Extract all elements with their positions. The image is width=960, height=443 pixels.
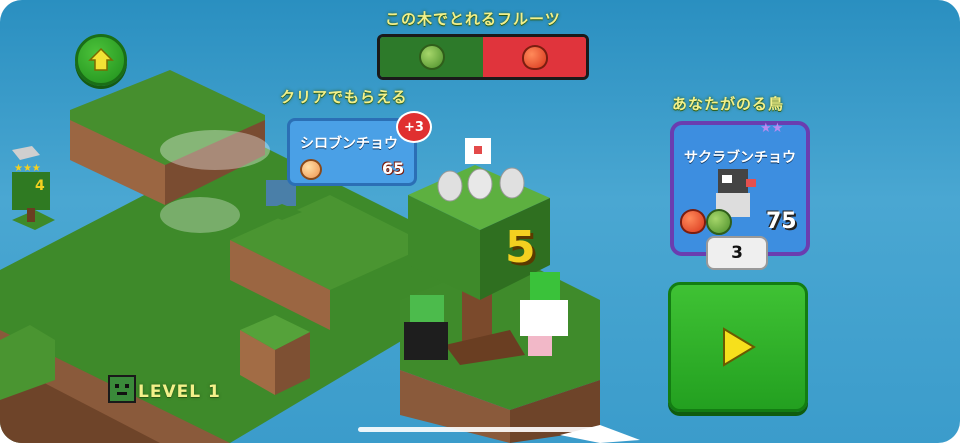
egg [437, 170, 463, 202]
reward-bonus-badge: +3 [396, 111, 432, 143]
reward-value: 65 [382, 159, 405, 178]
masked-body [520, 300, 568, 336]
mini-gray-bird [12, 146, 40, 160]
mini-tree-stars: ★★★ [14, 163, 41, 174]
fruit-bar-right [483, 37, 586, 77]
home-button[interactable] [75, 34, 127, 86]
home-icon [88, 47, 114, 71]
masked-head [530, 272, 560, 300]
mini-tree-trunk [27, 208, 35, 222]
clear-reward-heading: クリアでもらえる [280, 88, 408, 106]
steam-cloud [160, 130, 270, 170]
masked-legs [528, 336, 552, 356]
level-face-icon [108, 375, 136, 403]
apple-icon [680, 209, 706, 234]
fruits-heading: この木でとれるフルーツ [385, 10, 561, 28]
steam-cloud [160, 197, 240, 233]
home-indicator[interactable] [358, 427, 602, 432]
reward-bird-name: シロブンチョウ [300, 136, 398, 152]
egg [499, 167, 525, 199]
white-bird-beak [474, 146, 482, 154]
play-button[interactable] [668, 282, 808, 412]
fruit-bar-left [380, 37, 483, 77]
level-label: LEVEL 1 [138, 382, 221, 402]
melon-icon [706, 209, 732, 235]
apple-icon [521, 44, 548, 70]
player-head [410, 295, 444, 325]
mini-tree-number: 4 [35, 178, 45, 194]
fruit-bar [377, 34, 589, 80]
your-bird-heading: あなたがのる鳥 [672, 95, 785, 113]
peach-icon [300, 159, 322, 180]
bird-count-badge: 3 [706, 236, 768, 270]
game-screen: ★★★ 4 5 この木でとれるフルーツ クリアでもらえる シロブンチョウ 65 … [0, 0, 960, 443]
player-body [404, 322, 448, 360]
play-icon [723, 327, 756, 367]
selected-bird-value: 75 [766, 209, 797, 234]
selected-bird-name: サクラブンチョウ [684, 150, 796, 166]
bird-stars: ★★ [760, 121, 784, 136]
tree-number: 5 [505, 222, 536, 273]
egg [467, 168, 493, 200]
melon-icon [418, 44, 445, 70]
